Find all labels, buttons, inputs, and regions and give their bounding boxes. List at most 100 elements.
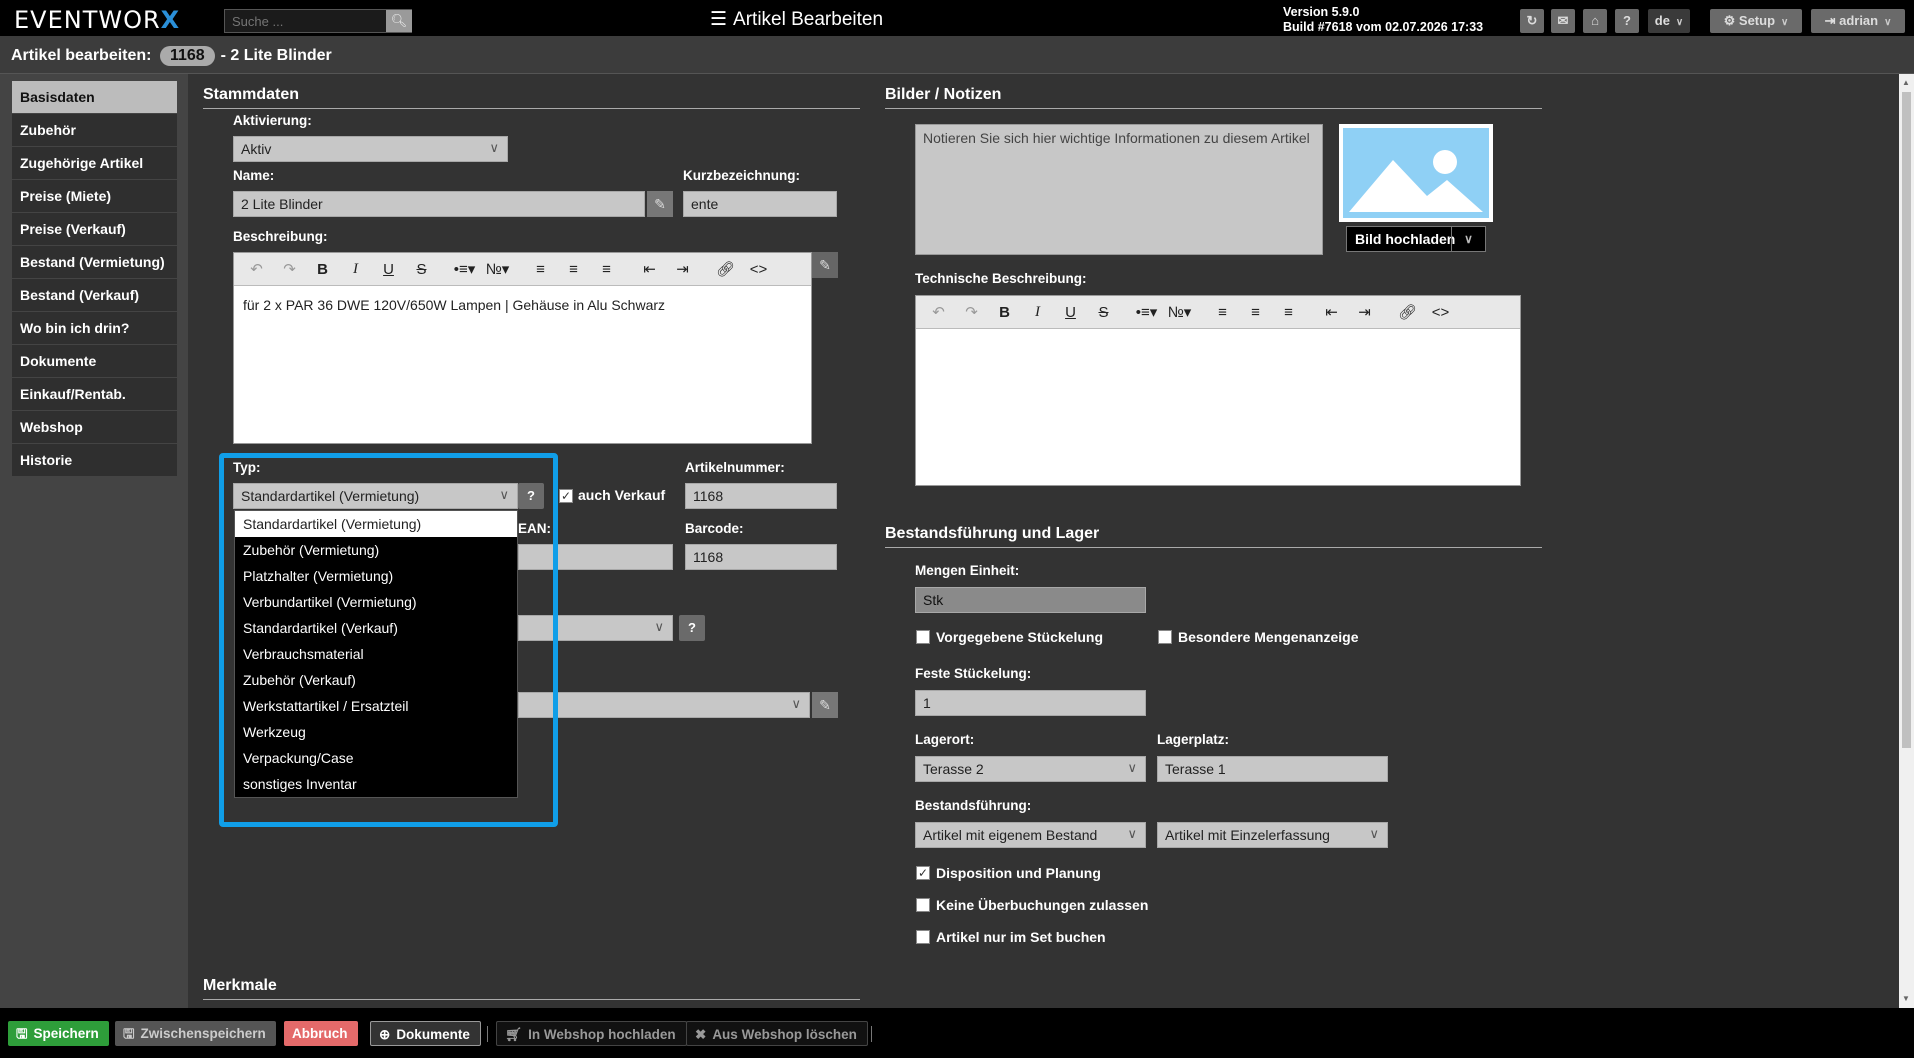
sidebar-item-bestand-verkauf[interactable]: Bestand (Verkauf)	[12, 279, 177, 312]
link-icon[interactable]: 🔗︎	[709, 260, 742, 278]
save-button[interactable]: 🖫︎ Speichern	[8, 1021, 109, 1046]
help-button[interactable]: ?	[1615, 9, 1639, 33]
aktivierung-label: Aktivierung:	[233, 113, 312, 128]
bullet-list-icon[interactable]: •≡▾	[1130, 303, 1163, 321]
scrollbar-thumb[interactable]	[1902, 92, 1911, 748]
sidebar-item-webshop[interactable]: Webshop	[12, 411, 177, 444]
underline-icon[interactable]: U	[372, 261, 405, 278]
keine-ueberbuchungen-checkbox[interactable]	[916, 898, 930, 912]
language-select[interactable]: de ∨	[1648, 9, 1690, 33]
documents-button[interactable]: ⊕ Dokumente	[370, 1021, 481, 1046]
bestandsfuehrung-select[interactable]: Artikel mit eigenem Bestand ∨	[915, 822, 1146, 848]
scroll-up-icon[interactable]: ▲	[1902, 78, 1910, 87]
undo-icon[interactable]: ↶	[922, 303, 955, 321]
home-icon[interactable]: ⌂	[1583, 9, 1607, 33]
name-field[interactable]: 2 Lite Blinder	[233, 191, 645, 217]
align-right-icon[interactable]: ≡	[1272, 304, 1305, 321]
numbered-list-icon[interactable]: №▾	[1163, 303, 1196, 321]
page-title: ☰ Artikel Bearbeiten	[710, 8, 883, 31]
image-icon	[1343, 128, 1489, 218]
artikelnummer-field[interactable]: 1168	[685, 483, 837, 509]
cart-icon: 🛒︎	[505, 1027, 523, 1042]
indent-icon[interactable]: ⇥	[666, 260, 699, 278]
sidebar-item-bestand-vermietung[interactable]: Bestand (Vermietung)	[12, 246, 177, 279]
top-bar: EVENTWORX 🔍︎ ☰Artikel Bearbeiten Version…	[0, 0, 1914, 36]
redo-icon[interactable]: ↷	[955, 303, 988, 321]
aktivierung-select[interactable]: Aktiv ∨	[233, 136, 508, 162]
align-center-icon[interactable]: ≡	[1239, 304, 1272, 321]
pencil-icon[interactable]: ✎	[647, 191, 673, 217]
numbered-list-icon[interactable]: №▾	[481, 260, 514, 278]
align-right-icon[interactable]: ≡	[590, 261, 623, 278]
lagerplatz-field[interactable]: Terasse 1	[1157, 756, 1388, 782]
tech-beschreibung-content[interactable]	[916, 329, 1520, 351]
webshop-upload-button[interactable]: 🛒︎ In Webshop hochladen	[496, 1021, 687, 1046]
bold-icon[interactable]: B	[306, 261, 339, 278]
link-icon[interactable]: 🔗︎	[1391, 303, 1424, 321]
chevron-down-icon[interactable]: ∨	[1451, 227, 1485, 251]
pencil-icon[interactable]: ✎	[812, 692, 838, 718]
mail-icon[interactable]: ✉	[1551, 9, 1575, 33]
nur-set-checkbox[interactable]	[916, 930, 930, 944]
app-logo[interactable]: EVENTWORX	[14, 6, 180, 34]
barcode-field[interactable]: 1168	[685, 544, 837, 570]
align-left-icon[interactable]: ≡	[524, 261, 557, 278]
tech-beschreibung-label: Technische Beschreibung:	[915, 271, 1087, 286]
sidebar-item-zugehoerige-artikel[interactable]: Zugehörige Artikel	[12, 147, 177, 180]
auch-verkauf-checkbox[interactable]: ✓	[559, 489, 573, 503]
webshop-delete-button[interactable]: ✖ Aus Webshop löschen	[686, 1021, 868, 1046]
interim-save-button[interactable]: 🖫︎ Zwischenspeichern	[115, 1021, 276, 1046]
kurzbezeichnung-field[interactable]: ente	[683, 191, 837, 217]
bold-icon[interactable]: B	[988, 304, 1021, 321]
pencil-icon[interactable]: ✎	[812, 252, 838, 278]
tech-beschreibung-editor[interactable]: ↶ ↷ B I U S •≡▾ №▾ ≡ ≡ ≡ ⇤ ⇥ 🔗︎ <>	[915, 295, 1521, 486]
refresh-icon[interactable]: ↻	[1520, 9, 1544, 33]
outdent-icon[interactable]: ⇤	[1315, 303, 1348, 321]
vorgegebene-stueckelung-checkbox[interactable]	[916, 630, 930, 644]
scrollbar[interactable]: ▲ ▼	[1899, 74, 1914, 1008]
sidebar-item-preise-miete[interactable]: Preise (Miete)	[12, 180, 177, 213]
feste-stueckelung-field[interactable]: 1	[915, 690, 1146, 716]
italic-icon[interactable]: I	[1021, 304, 1054, 321]
besondere-mengenanzeige-checkbox[interactable]	[1158, 630, 1172, 644]
sidebar-item-historie[interactable]: Historie	[12, 444, 177, 477]
sidebar-item-basisdaten[interactable]: Basisdaten	[12, 81, 177, 114]
hidden-select-2[interactable]: ∨	[518, 692, 810, 718]
sidebar-item-zubehoer[interactable]: Zubehör	[12, 114, 177, 147]
sidebar-item-einkauf[interactable]: Einkauf/Rentab.	[12, 378, 177, 411]
search-input[interactable]	[224, 9, 412, 33]
undo-icon[interactable]: ↶	[240, 260, 273, 278]
align-center-icon[interactable]: ≡	[557, 261, 590, 278]
bullet-list-icon[interactable]: •≡▾	[448, 260, 481, 278]
version-info: Version 5.9.0 Build #7618 vom 02.07.2026…	[1283, 5, 1483, 35]
code-icon[interactable]: <>	[742, 261, 775, 278]
underline-icon[interactable]: U	[1054, 304, 1087, 321]
indent-icon[interactable]: ⇥	[1348, 303, 1381, 321]
cancel-button[interactable]: Abbruch	[284, 1021, 358, 1046]
sidebar-item-preise-verkauf[interactable]: Preise (Verkauf)	[12, 213, 177, 246]
user-menu[interactable]: ⇥ adrian ∨	[1811, 9, 1905, 33]
sidebar-item-wo-bin-ich-drin[interactable]: Wo bin ich drin?	[12, 312, 177, 345]
erfassung-select[interactable]: Artikel mit Einzelerfassung ∨	[1157, 822, 1388, 848]
redo-icon[interactable]: ↷	[273, 260, 306, 278]
code-icon[interactable]: <>	[1424, 304, 1457, 321]
align-left-icon[interactable]: ≡	[1206, 304, 1239, 321]
strikethrough-icon[interactable]: S	[1087, 304, 1120, 321]
outdent-icon[interactable]: ⇤	[633, 260, 666, 278]
help-button-2[interactable]: ?	[679, 615, 705, 641]
italic-icon[interactable]: I	[339, 261, 372, 278]
upload-image-button[interactable]: Bild hochladen ∨	[1346, 226, 1486, 252]
setup-menu[interactable]: ⚙ Setup ∨	[1710, 9, 1802, 33]
search-icon[interactable]: 🔍︎	[386, 10, 412, 32]
scroll-down-icon[interactable]: ▼	[1902, 994, 1910, 1003]
image-placeholder[interactable]	[1339, 124, 1493, 222]
notes-textarea[interactable]: Notieren Sie sich hier wichtige Informat…	[915, 124, 1323, 255]
sidebar-item-dokumente[interactable]: Dokumente	[12, 345, 177, 378]
lagerort-select[interactable]: Terasse 2 ∨	[915, 756, 1146, 782]
beschreibung-content[interactable]: für 2 x PAR 36 DWE 120V/650W Lampen | Ge…	[234, 286, 811, 324]
webshop-delete-label: Aus Webshop löschen	[712, 1027, 857, 1042]
strikethrough-icon[interactable]: S	[405, 261, 438, 278]
mengen-einheit-field[interactable]: Stk	[915, 587, 1146, 613]
beschreibung-editor[interactable]: ↶ ↷ B I U S •≡▾ №▾ ≡ ≡ ≡ ⇤ ⇥ 🔗︎ <> für 2…	[233, 252, 812, 444]
disposition-checkbox[interactable]: ✓	[916, 866, 930, 880]
